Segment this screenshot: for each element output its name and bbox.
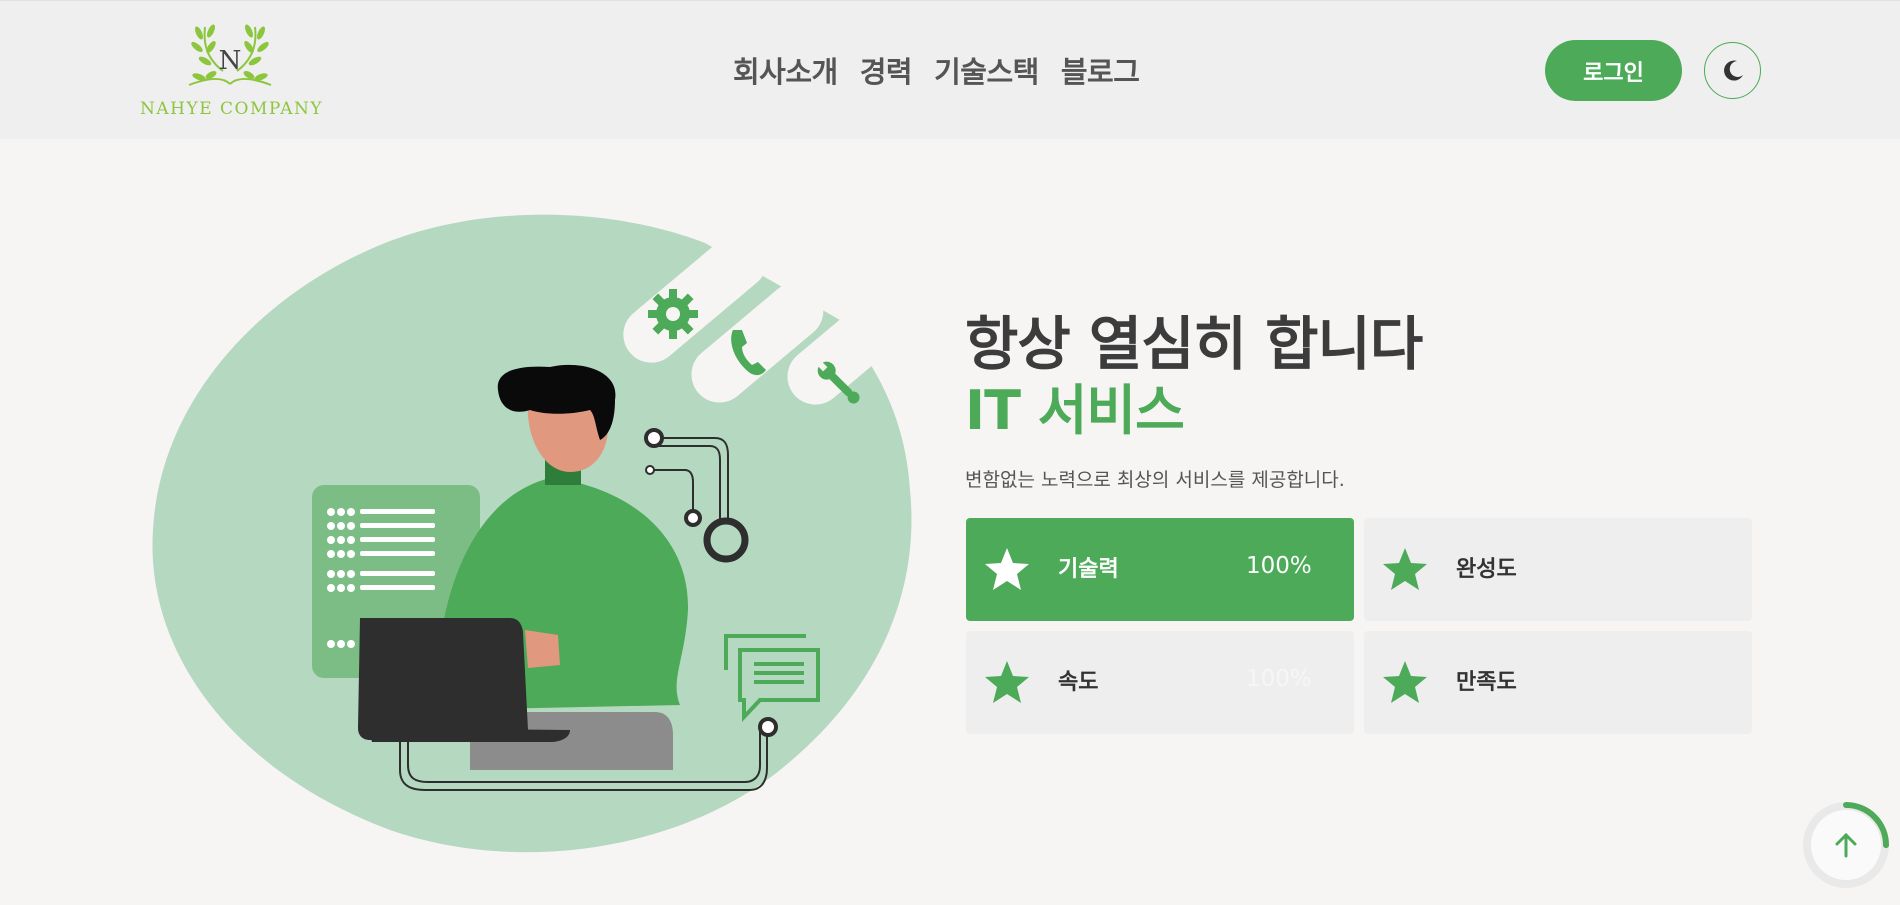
theme-toggle-button[interactable] xyxy=(1704,42,1761,99)
scroll-to-top-button[interactable] xyxy=(1800,799,1892,891)
stat-card-value: 100% xyxy=(1246,666,1312,692)
login-button[interactable]: 로그인 xyxy=(1545,40,1682,101)
hero-title: 항상 열심히 합니다 xyxy=(965,310,1423,378)
hero-subtitle: IT 서비스 xyxy=(965,379,1185,442)
star-icon xyxy=(985,661,1029,703)
nav-item-career[interactable]: 경력 xyxy=(860,49,913,91)
hero-illustration xyxy=(150,210,930,860)
gear-icon xyxy=(648,289,698,339)
stat-card-label: 만족도 xyxy=(1456,670,1517,695)
cable-node xyxy=(645,465,655,475)
stat-card-label: 속도 xyxy=(1058,670,1099,695)
nav-item-tech-stack[interactable]: 기술스택 xyxy=(934,49,1039,91)
laptop-base xyxy=(368,728,570,742)
logo-letter: N xyxy=(219,46,242,76)
stat-card-satisfaction[interactable]: 만족도 xyxy=(1364,631,1752,734)
main-nav: 회사소개 경력 기술스택 블로그 xyxy=(733,49,1140,91)
stat-card-label: 기술력 xyxy=(1058,557,1119,582)
stat-card-value: 100% xyxy=(1246,553,1312,579)
star-icon xyxy=(1383,548,1427,590)
stat-card-completeness[interactable]: 완성도 xyxy=(1364,518,1752,621)
star-icon xyxy=(1383,661,1427,703)
cable-node xyxy=(758,717,778,737)
cable-node xyxy=(684,509,702,527)
cable-node xyxy=(644,428,664,448)
laptop-screen xyxy=(358,618,528,740)
site-header: N NAHYE COMPANY 회사소개 경력 기술스택 블로그 로그인 xyxy=(0,0,1900,139)
person-hand xyxy=(525,630,560,668)
company-logo[interactable]: N NAHYE COMPANY xyxy=(140,19,324,127)
star-icon xyxy=(985,548,1029,590)
stat-card-skill[interactable]: 기술력 100% xyxy=(966,518,1354,621)
moon-icon xyxy=(1723,60,1743,81)
nav-item-about[interactable]: 회사소개 xyxy=(733,49,838,91)
stat-card-label: 완성도 xyxy=(1456,557,1517,582)
nav-item-blog[interactable]: 블로그 xyxy=(1061,49,1140,91)
laurel-logo-icon: N xyxy=(188,24,272,86)
stat-card-speed[interactable]: 속도 100% xyxy=(966,631,1354,734)
logo-text: NAHYE COMPANY xyxy=(140,99,324,119)
hero-description: 변함없는 노력으로 최상의 서비스를 제공합니다. xyxy=(965,469,1345,491)
